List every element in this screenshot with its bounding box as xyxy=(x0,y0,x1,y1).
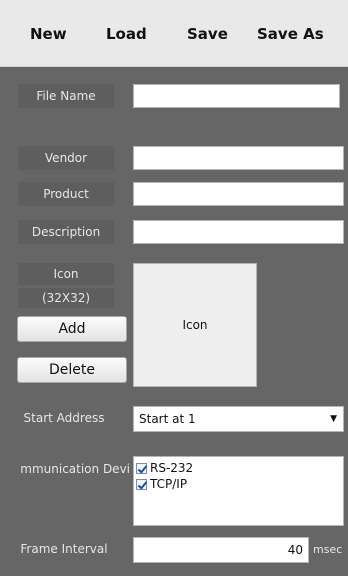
start-address-select[interactable]: Start at 1 ▼ xyxy=(133,406,344,432)
tcpip-checkbox[interactable] xyxy=(136,478,147,490)
communication-device-label: mmunication Devi xyxy=(20,462,130,476)
icon-size-hint: (32X32) xyxy=(18,288,114,308)
tcpip-option[interactable]: TCP/IP xyxy=(136,476,341,492)
delete-icon-button[interactable]: Delete xyxy=(17,357,127,383)
frame-interval-unit: msec xyxy=(313,543,343,556)
load-button[interactable]: Load xyxy=(106,24,147,44)
icon-preview[interactable]: Icon xyxy=(133,263,257,387)
vendor-label: Vendor xyxy=(18,146,114,170)
product-field[interactable] xyxy=(133,182,344,206)
file-name-field[interactable] xyxy=(133,84,340,108)
start-address-label: Start Address xyxy=(23,411,105,425)
save-as-button[interactable]: Save As xyxy=(257,24,324,44)
communication-device-list: RS-232 TCP/IP xyxy=(133,456,344,526)
frame-interval-field[interactable]: 40 xyxy=(133,537,309,563)
save-button[interactable]: Save xyxy=(187,24,228,44)
dropdown-arrow-icon: ▼ xyxy=(330,414,337,424)
rs232-label: RS-232 xyxy=(150,461,194,475)
description-field[interactable] xyxy=(133,220,344,244)
vendor-field[interactable] xyxy=(133,146,344,170)
description-label: Description xyxy=(18,220,114,244)
rs232-checkbox[interactable] xyxy=(136,462,147,474)
product-label: Product xyxy=(18,182,114,206)
new-button[interactable]: New xyxy=(30,24,67,44)
frame-interval-label: Frame Interval xyxy=(20,542,108,556)
tcpip-label: TCP/IP xyxy=(150,477,188,491)
add-icon-button[interactable]: Add xyxy=(17,316,127,342)
start-address-value: Start at 1 xyxy=(139,412,196,426)
file-name-label: File Name xyxy=(18,84,114,108)
icon-label: Icon xyxy=(18,263,114,285)
icon-preview-text: Icon xyxy=(182,318,208,332)
toolbar: New Load Save Save As xyxy=(0,0,348,67)
rs232-option[interactable]: RS-232 xyxy=(136,460,341,476)
